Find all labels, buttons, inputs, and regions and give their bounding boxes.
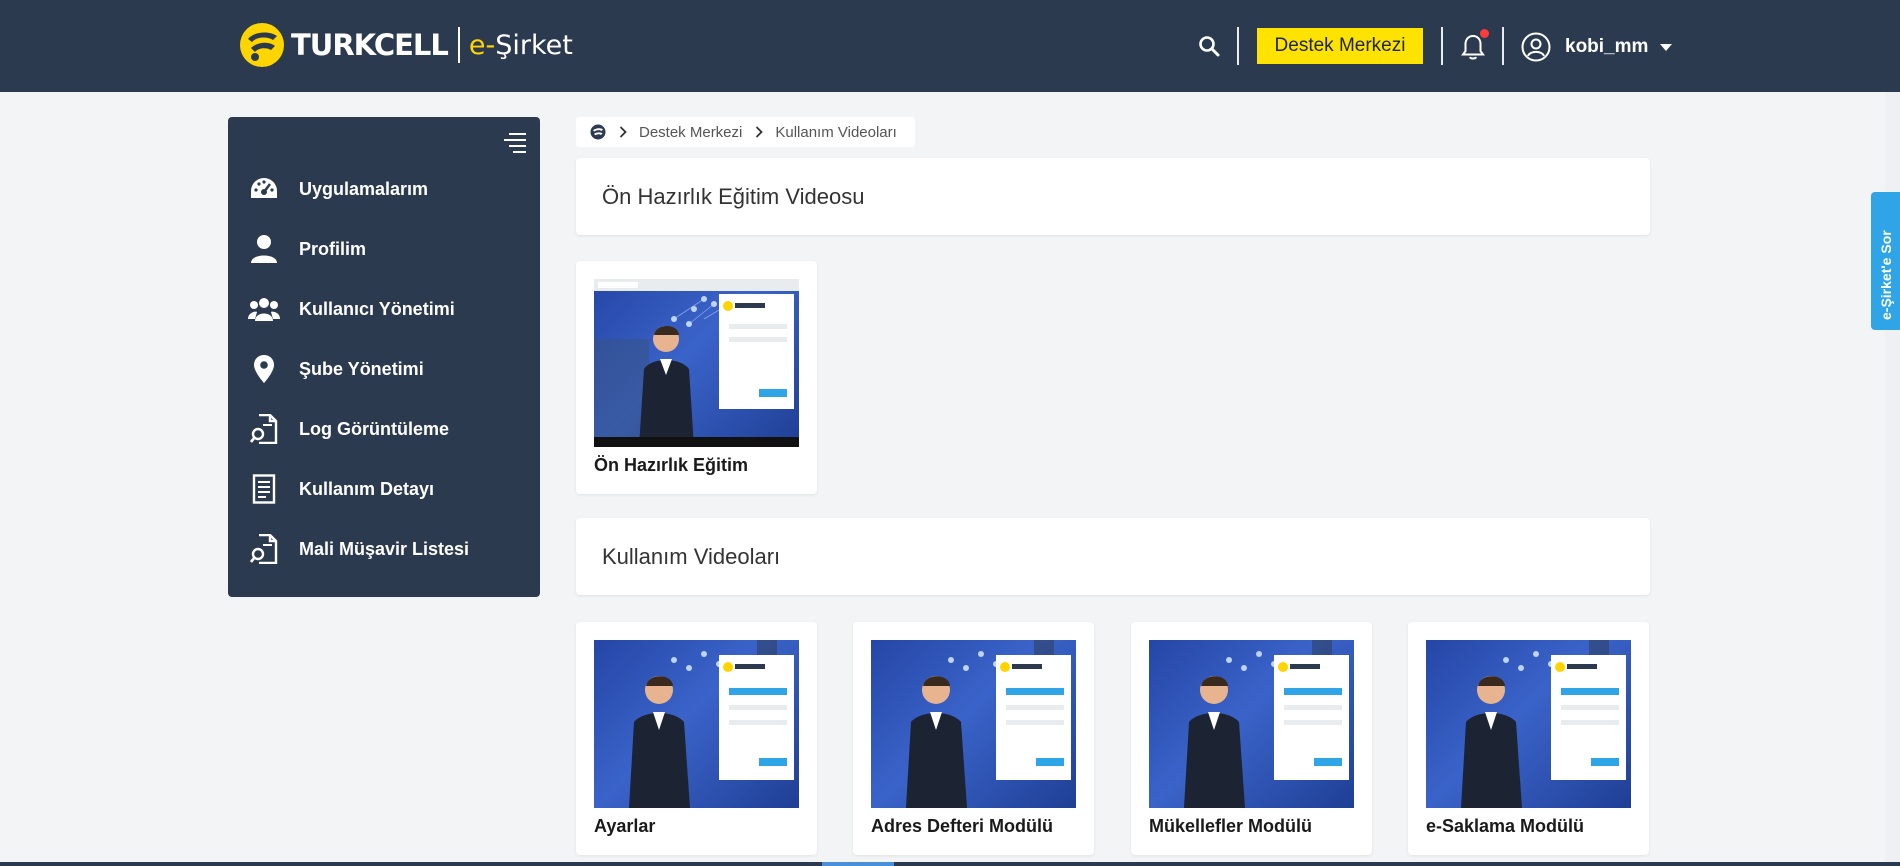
user-icon: [248, 233, 280, 265]
presenter-thumbnail-image: [1184, 640, 1349, 808]
sidebar-item-label: Kullanım Detayı: [299, 478, 435, 499]
chevron-right-icon: [756, 126, 764, 138]
breadcrumb-item-support[interactable]: Destek Merkezi: [639, 124, 742, 141]
presenter-thumbnail-image: [1461, 640, 1626, 808]
sidebar-item-usage-detail[interactable]: Kullanım Detayı: [228, 463, 540, 515]
user-avatar-icon: [1521, 32, 1551, 62]
video-card[interactable]: Ön Hazırlık Eğitim: [576, 261, 817, 494]
ask-esirket-label: e-Şirket'e Sor: [1878, 230, 1894, 320]
video-thumbnail: [1426, 640, 1631, 808]
document-list-icon: [248, 473, 280, 505]
sidebar-item-accountant-list[interactable]: Mali Müşavir Listesi: [228, 523, 540, 575]
location-pin-icon: [248, 353, 280, 385]
video-card[interactable]: Mükellefler Modülü: [1131, 622, 1372, 855]
breadcrumb: Destek Merkezi Kullanım Videoları: [576, 117, 915, 147]
presenter-thumbnail-image: [906, 640, 1071, 808]
sidebar-item-label: Profilim: [299, 238, 367, 259]
search-icon[interactable]: [1198, 35, 1220, 57]
logo-product-text: e-Şirket: [469, 30, 573, 61]
sidebar-item-label: Uygulamalarım: [299, 178, 429, 199]
bottom-edge-highlight: [822, 862, 894, 866]
video-card[interactable]: Adres Defteri Modülü: [853, 622, 1094, 855]
dashboard-icon: [248, 173, 280, 205]
sidebar-item-log-viewer[interactable]: Log Görüntüleme: [228, 403, 540, 455]
header-divider: [1502, 27, 1504, 65]
video-thumbnail: [594, 279, 799, 447]
bottom-edge: [0, 862, 1900, 866]
chevron-down-icon: [1660, 43, 1673, 51]
log-document-icon: [248, 533, 280, 565]
turkcell-logo[interactable]: TURKCELL e-Şirket: [239, 22, 573, 68]
home-logo-icon[interactable]: [590, 124, 606, 140]
username: kobi_mm: [1565, 36, 1649, 57]
presenter-thumbnail-image: [594, 279, 799, 447]
video-title: e-Saklama Modülü: [1426, 816, 1585, 836]
sidebar-item-profile[interactable]: Profilim: [228, 223, 540, 275]
video-thumbnail: [1149, 640, 1354, 808]
video-title: Ayarlar: [594, 816, 656, 836]
menu-collapse-icon[interactable]: [503, 130, 527, 154]
section-header-preparation: Ön Hazırlık Eğitim Videosu: [576, 158, 1650, 235]
header-divider: [1441, 27, 1443, 65]
section-header-usage-videos: Kullanım Videoları: [576, 518, 1650, 595]
presenter-thumbnail-image: [629, 640, 794, 808]
sidebar-item-applications[interactable]: Uygulamalarım: [228, 163, 540, 215]
users-icon: [248, 293, 280, 325]
log-document-icon: [248, 413, 280, 445]
video-thumbnail: [871, 640, 1076, 808]
logo-product-prefix: e-: [468, 29, 496, 61]
video-title: Ön Hazırlık Eğitim: [594, 455, 749, 475]
breadcrumb-item-current: Kullanım Videoları: [775, 123, 897, 141]
video-title: Mükellefler Modülü: [1149, 816, 1313, 836]
top-bar: TURKCELL e-Şirket Destek Merkezi kobi_mm: [0, 0, 1900, 92]
logo-product-name: Şirket: [495, 29, 573, 61]
sidebar-item-user-management[interactable]: Kullanıcı Yönetimi: [228, 283, 540, 335]
sidebar-item-branch-management[interactable]: Şube Yönetimi: [228, 343, 540, 395]
video-card[interactable]: Ayarlar: [576, 622, 817, 855]
sidebar-item-label: Şube Yönetimi: [299, 358, 424, 379]
video-title: Adres Defteri Modülü: [871, 816, 1054, 836]
video-card[interactable]: e-Saklama Modülü: [1408, 622, 1649, 855]
sidebar: Uygulamalarım Profilim Kullanıcı Yönetim…: [228, 117, 540, 597]
video-thumbnail: [594, 640, 799, 808]
sidebar-item-label: Mali Müşavir Listesi: [299, 538, 470, 559]
sidebar-item-label: Log Görüntüleme: [299, 418, 449, 439]
support-center-button[interactable]: Destek Merkezi: [1257, 28, 1423, 64]
user-menu[interactable]: kobi_mm: [1521, 31, 1673, 63]
logo-separator: [457, 27, 460, 63]
logo-brand-text: TURKCELL: [291, 28, 449, 62]
ask-esirket-tab[interactable]: e-Şirket'e Sor: [1871, 192, 1900, 330]
chevron-right-icon: [619, 126, 627, 138]
turkcell-logo-icon: [240, 23, 284, 67]
sidebar-item-label: Kullanıcı Yönetimi: [299, 298, 455, 319]
notification-dot: [1480, 29, 1489, 38]
header-divider: [1237, 27, 1239, 65]
